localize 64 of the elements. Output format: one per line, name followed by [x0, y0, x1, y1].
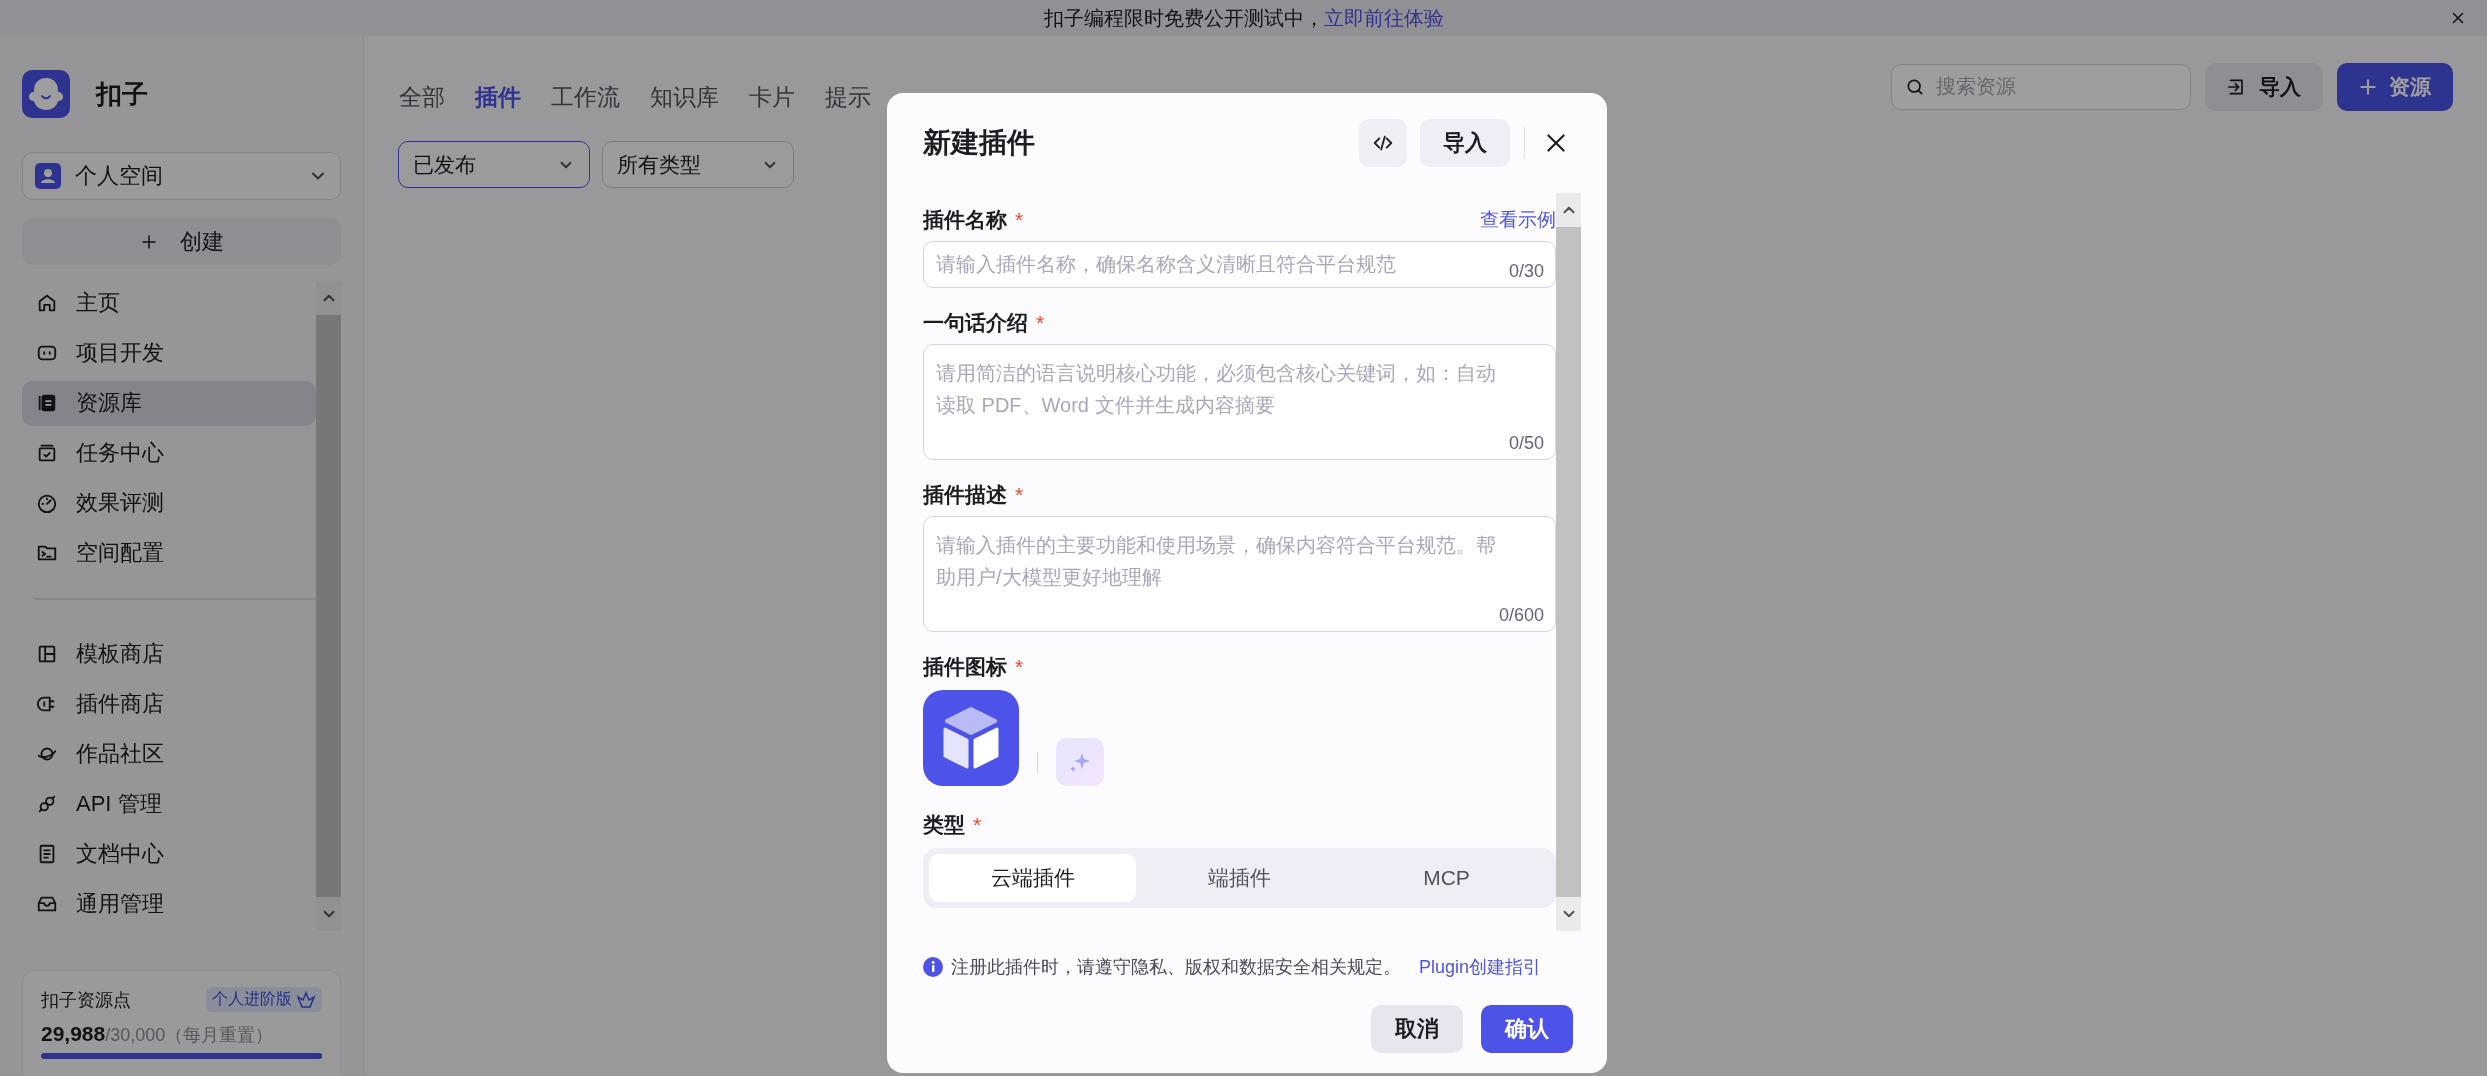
nav-item[interactable]: 文档中心 — [22, 831, 316, 877]
tab[interactable]: 提示 — [825, 82, 871, 113]
required-mark: * — [1015, 483, 1024, 507]
field-label: 类型 — [923, 812, 965, 838]
import-button[interactable]: 导入 — [1420, 119, 1510, 167]
required-mark: * — [1015, 655, 1024, 679]
nav-item[interactable]: 资源库 — [22, 380, 316, 426]
points-reading: 29,988/30,000（每月重置） — [41, 1022, 275, 1047]
tab[interactable]: 知识库 — [650, 82, 719, 113]
type-option[interactable]: 云端插件 — [929, 854, 1136, 902]
add-resource-button[interactable]: 资源 — [2337, 62, 2453, 111]
search-field[interactable]: 搜索资源 — [1891, 63, 2191, 110]
nav-item[interactable]: 模板商店 — [22, 632, 316, 677]
brand-name: 扣子 — [96, 77, 148, 111]
guide-link[interactable]: Plugin创建指引 — [1419, 955, 1542, 979]
space-selector[interactable]: 个人空间 — [22, 152, 341, 200]
nav-item[interactable]: 作品社区 — [22, 731, 316, 777]
nav-item[interactable]: 项目开发 — [22, 330, 316, 376]
cancel-button[interactable]: 取消 — [1371, 1005, 1463, 1053]
tab[interactable]: 工作流 — [551, 82, 620, 113]
nav-item[interactable]: 主页 — [22, 281, 316, 326]
nav-item[interactable]: 通用管理 — [22, 881, 316, 927]
info-icon — [923, 957, 943, 977]
nav-item[interactable]: 插件商店 — [22, 681, 316, 727]
import-button[interactable]: 导入 — [2205, 62, 2323, 111]
filter-dropdown[interactable]: 已发布 — [398, 141, 590, 188]
char-counter: 0/50 — [1508, 433, 1544, 454]
field-label: 插件名称 — [923, 207, 1007, 233]
banner-link[interactable]: 立即前往体验 — [1323, 4, 1444, 32]
tab[interactable]: 全部 — [399, 82, 445, 113]
nav-item[interactable]: API 管理 — [22, 781, 316, 827]
type-option[interactable]: MCP — [1343, 854, 1550, 902]
dialog-title: 新建插件 — [923, 126, 1036, 160]
plan-badge: 个人进阶版 — [206, 987, 322, 1012]
field-label: 一句话介绍 — [923, 310, 1028, 336]
char-counter: 0/30 — [1508, 261, 1544, 282]
tab[interactable]: 插件 — [475, 82, 521, 113]
char-counter: 0/600 — [1498, 605, 1544, 626]
cube-icon[interactable] — [923, 690, 1019, 786]
required-mark: * — [973, 813, 982, 837]
nav-item[interactable]: 效果评测 — [22, 480, 316, 526]
card-title: 扣子资源点 — [41, 988, 131, 1012]
plus-icon — [139, 232, 158, 251]
example-link[interactable]: 查看示例 — [1480, 207, 1556, 233]
confirm-button[interactable]: 确认 — [1481, 1005, 1573, 1053]
type-option[interactable]: 端插件 — [1136, 854, 1343, 902]
crown-icon — [296, 990, 316, 1009]
required-mark: * — [1036, 311, 1045, 335]
scrollbar[interactable] — [316, 281, 341, 931]
create-button[interactable]: 创建 — [22, 218, 341, 265]
field-label: 插件描述 — [923, 482, 1007, 508]
notice-text: 注册此插件时，请遵守隐私、版权和数据安全相关规定。 — [951, 956, 1401, 979]
nav-item[interactable]: 任务中心 — [22, 430, 316, 476]
banner-text: 扣子编程限时免费公开测试中， — [1043, 5, 1324, 31]
tab[interactable]: 卡片 — [749, 82, 795, 113]
field-label: 插件图标 — [923, 654, 1007, 680]
ghost-logo-icon — [22, 70, 70, 118]
nav-item[interactable]: 空间配置 — [22, 530, 316, 576]
filter-dropdown[interactable]: 所有类型 — [602, 141, 794, 188]
required-mark: * — [1015, 208, 1024, 232]
scrollbar[interactable] — [1556, 193, 1581, 931]
person-icon — [35, 163, 61, 189]
plus-icon — [2359, 77, 2377, 96]
code-button[interactable] — [1359, 119, 1407, 167]
